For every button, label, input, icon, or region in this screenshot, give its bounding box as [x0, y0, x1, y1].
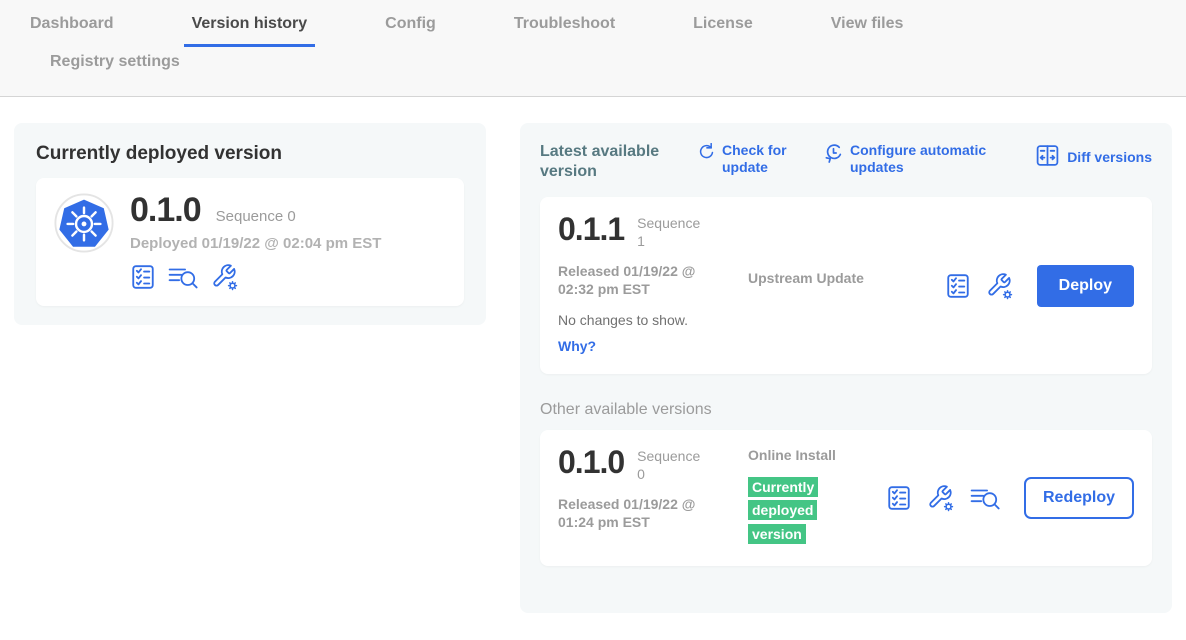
tab-registry-settings[interactable]: Registry settings — [42, 53, 188, 82]
latest-version-released: Released 01/19/22 @ 02:32 pm EST — [558, 262, 730, 298]
diff-versions-label: Diff versions — [1067, 149, 1152, 166]
other-version-number: 0.1.0 — [558, 446, 624, 478]
diff-versions-link[interactable]: Diff versions — [1035, 142, 1152, 172]
wrench-gear-icon[interactable] — [211, 263, 239, 291]
deployed-version-info: 0.1.0 Sequence 0 Deployed 01/19/22 @ 02:… — [130, 193, 381, 291]
why-link[interactable]: Why? — [558, 338, 596, 354]
no-changes-text: No changes to show. — [558, 312, 748, 328]
wrench-gear-icon[interactable] — [927, 484, 955, 512]
latest-version-actions: Deploy — [945, 265, 1134, 307]
tab-license[interactable]: License — [685, 15, 761, 44]
check-for-update-label: Check for update — [722, 142, 824, 176]
other-version-released: Released 01/19/22 @ 01:24 pm EST — [558, 495, 730, 531]
latest-version-info: 0.1.1 Sequence 1 Released 01/19/22 @ 02:… — [558, 213, 748, 358]
tab-config[interactable]: Config — [377, 15, 444, 44]
logs-magnifier-icon[interactable] — [970, 486, 1001, 511]
latest-version-source: Upstream Update — [748, 213, 866, 358]
checklist-icon[interactable] — [945, 273, 971, 299]
currently-deployed-badge: Currently deployed version — [748, 477, 818, 543]
latest-version-title: Latest available version — [540, 142, 698, 182]
deploy-button[interactable]: Deploy — [1037, 265, 1134, 307]
available-versions-panel: Latest available version Check for updat… — [520, 123, 1172, 613]
deployed-version-number: 0.1.0 — [130, 193, 201, 227]
latest-version-sequence: Sequence 1 — [637, 213, 709, 250]
latest-version-number: 0.1.1 — [558, 213, 624, 245]
top-nav: Dashboard Version history Config Trouble… — [0, 0, 1186, 97]
configure-auto-updates-label: Configure automatic updates — [850, 142, 1014, 176]
schedule-update-icon — [824, 142, 843, 168]
other-version-actions: Redeploy — [886, 477, 1134, 519]
checklist-icon[interactable] — [886, 485, 912, 511]
latest-version-card: 0.1.1 Sequence 1 Released 01/19/22 @ 02:… — [540, 197, 1152, 374]
other-version-sequence: Sequence 0 — [637, 446, 709, 483]
tab-version-history[interactable]: Version history — [184, 15, 316, 47]
tab-dashboard[interactable]: Dashboard — [22, 15, 122, 44]
version-history-page: Dashboard Version history Config Trouble… — [0, 0, 1186, 640]
check-for-update-link[interactable]: Check for update — [698, 142, 824, 176]
deployed-sequence: Sequence 0 — [216, 208, 296, 225]
redeploy-button[interactable]: Redeploy — [1024, 477, 1134, 519]
diff-icon — [1035, 142, 1060, 172]
upstream-update-label: Upstream Update — [748, 269, 866, 287]
currently-deployed-badge-wrap: Currently deployed version — [748, 476, 820, 546]
configure-auto-updates-link[interactable]: Configure automatic updates — [824, 142, 1014, 176]
online-install-label: Online Install — [748, 446, 866, 464]
other-version-source: Online Install Currently deployed versio… — [748, 446, 866, 550]
deployed-timestamp: Deployed 01/19/22 @ 02:04 pm EST — [130, 235, 381, 252]
tab-view-files[interactable]: View files — [823, 15, 912, 44]
currently-deployed-card: Currently deployed version — [14, 123, 486, 325]
nav-row-1: Dashboard Version history Config Trouble… — [0, 0, 1186, 47]
other-version-info: 0.1.0 Sequence 0 Released 01/19/22 @ 01:… — [558, 446, 748, 550]
wrench-gear-icon[interactable] — [986, 272, 1014, 300]
other-version-card: 0.1.0 Sequence 0 Released 01/19/22 @ 01:… — [540, 430, 1152, 566]
checklist-icon[interactable] — [130, 264, 156, 290]
nav-row-2: Registry settings — [0, 47, 1186, 82]
deployed-version-card: 0.1.0 Sequence 0 Deployed 01/19/22 @ 02:… — [36, 178, 464, 306]
refresh-icon — [698, 142, 715, 166]
other-versions-title: Other available versions — [540, 401, 1152, 419]
tab-troubleshoot[interactable]: Troubleshoot — [506, 15, 623, 44]
logs-magnifier-icon[interactable] — [168, 265, 199, 290]
latest-version-header: Latest available version Check for updat… — [540, 142, 1152, 182]
currently-deployed-title: Currently deployed version — [36, 143, 464, 165]
kubernetes-logo-icon — [54, 193, 114, 253]
